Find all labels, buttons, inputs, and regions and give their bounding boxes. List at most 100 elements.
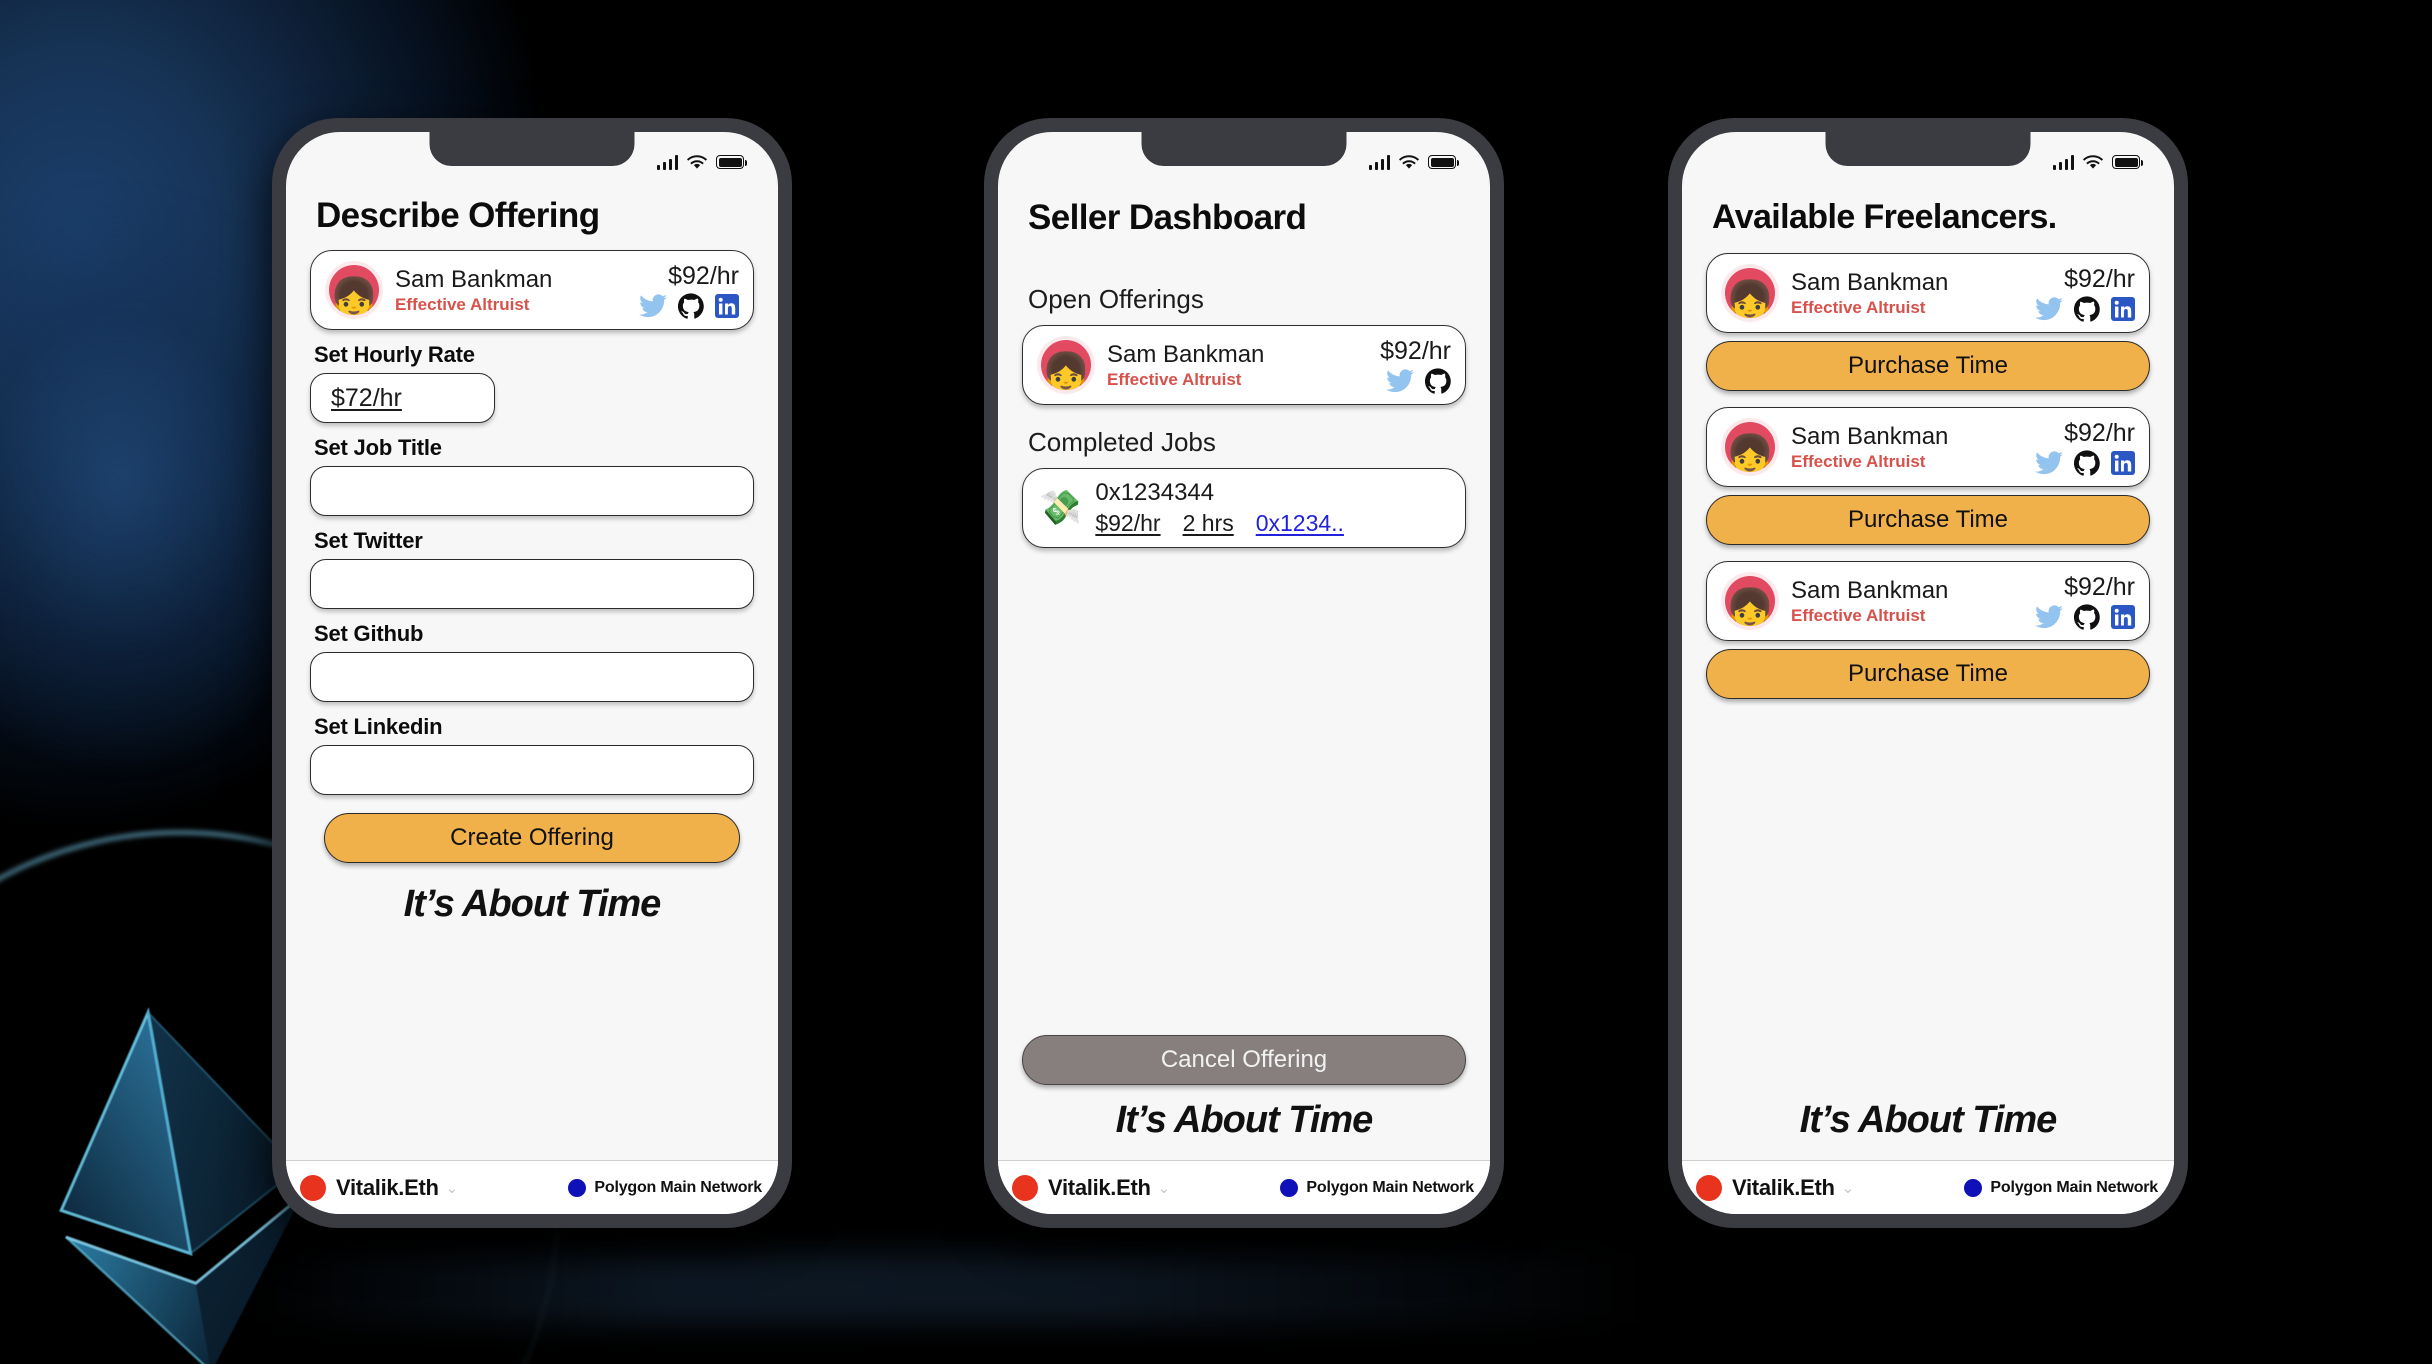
freelancer-item: 👧 Sam Bankman Effective Altruist $92/hr bbox=[1706, 407, 2150, 545]
linkedin-icon[interactable] bbox=[2111, 604, 2135, 629]
cancel-offering-button[interactable]: Cancel Offering bbox=[1022, 1035, 1466, 1085]
github-icon[interactable] bbox=[2074, 449, 2100, 476]
battery-full-icon bbox=[2112, 155, 2143, 169]
avatar: 👧 bbox=[1721, 418, 1779, 476]
freelancer-role: Effective Altruist bbox=[1791, 605, 1926, 625]
twitter-icon[interactable] bbox=[2035, 296, 2063, 321]
tagline: It’s About Time bbox=[1799, 1099, 2058, 1141]
social-links bbox=[2035, 295, 2135, 322]
battery-full-icon bbox=[1428, 155, 1459, 169]
freelancer-rate: $92/hr bbox=[2064, 264, 2135, 293]
freelancer-rate: $92/hr bbox=[2064, 572, 2135, 601]
purchase-time-button[interactable]: Purchase Time bbox=[1706, 495, 2150, 545]
page-title: Describe Offering bbox=[316, 196, 600, 235]
network-status-icon bbox=[568, 1178, 587, 1197]
phone1-content: Describe Offering 👧 Sam Bankman Effectiv… bbox=[286, 182, 778, 1160]
completed-jobs-heading: Completed Jobs bbox=[1028, 427, 1216, 457]
wifi-icon bbox=[687, 154, 707, 170]
network-name: Polygon Main Network bbox=[1990, 1178, 2158, 1196]
account-selector[interactable]: Vitalik.Eth ⌄ bbox=[1696, 1174, 1854, 1201]
profile-card[interactable]: 👧 Sam Bankman Effective Altruist $92/hr bbox=[310, 250, 754, 330]
hourly-rate-input[interactable]: $72/hr bbox=[310, 373, 495, 423]
avatar: 👧 bbox=[1721, 572, 1779, 630]
linkedin-input[interactable] bbox=[310, 745, 754, 795]
freelancer-card[interactable]: 👧 Sam Bankman Effective Altruist $92/hr bbox=[1706, 407, 2150, 487]
page-title: Seller Dashboard bbox=[1028, 198, 1307, 237]
create-offering-button[interactable]: Create Offering bbox=[324, 813, 740, 863]
job-title-input[interactable] bbox=[310, 466, 754, 516]
wifi-icon bbox=[2083, 154, 2103, 170]
twitter-icon[interactable] bbox=[1386, 368, 1414, 393]
phone-notch bbox=[429, 132, 635, 166]
freelancer-item: 👧 Sam Bankman Effective Altruist $92/hr bbox=[1706, 253, 2150, 391]
chevron-down-icon: ⌄ bbox=[1157, 1179, 1171, 1197]
twitter-input[interactable] bbox=[310, 559, 754, 609]
freelancer-rate: $92/hr bbox=[2064, 418, 2135, 447]
freelancer-name: Sam Bankman bbox=[1791, 268, 1949, 296]
network-name: Polygon Main Network bbox=[594, 1178, 762, 1196]
network-selector[interactable]: Polygon Main Network bbox=[568, 1178, 762, 1197]
network-status-icon bbox=[1964, 1178, 1983, 1197]
github-icon[interactable] bbox=[678, 292, 704, 319]
account-selector[interactable]: Vitalik.Eth ⌄ bbox=[300, 1174, 459, 1201]
twitter-label: Set Twitter bbox=[314, 528, 423, 553]
social-links bbox=[639, 292, 739, 319]
linkedin-icon[interactable] bbox=[2111, 450, 2135, 475]
github-icon[interactable] bbox=[1425, 367, 1451, 394]
network-selector[interactable]: Polygon Main Network bbox=[1964, 1178, 2158, 1197]
twitter-icon[interactable] bbox=[2035, 604, 2063, 629]
signal-bars-icon bbox=[2052, 154, 2074, 170]
job-title-label: Set Job Title bbox=[314, 435, 442, 460]
job-hours: 2 hrs bbox=[1182, 510, 1234, 536]
wifi-icon bbox=[1399, 154, 1419, 170]
wallet-footer: Vitalik.Eth ⌄ Polygon Main Network bbox=[286, 1160, 778, 1214]
hourly-rate-value: $72/hr bbox=[331, 383, 402, 412]
account-selector[interactable]: Vitalik.Eth ⌄ bbox=[1012, 1174, 1171, 1201]
phone-mockup-seller-dashboard: Seller Dashboard Open Offerings 👧 Sam Ba… bbox=[984, 118, 1504, 1228]
network-name: Polygon Main Network bbox=[1306, 1178, 1474, 1196]
network-status-icon bbox=[1280, 1178, 1299, 1197]
phone2-screen: Seller Dashboard Open Offerings 👧 Sam Ba… bbox=[998, 132, 1490, 1214]
github-icon[interactable] bbox=[2074, 603, 2100, 630]
linkedin-label: Set Linkedin bbox=[314, 714, 443, 739]
account-avatar-icon bbox=[1696, 1174, 1722, 1201]
background-horizon-streak bbox=[250, 1254, 1650, 1324]
wallet-footer: Vitalik.Eth ⌄ Polygon Main Network bbox=[998, 1160, 1490, 1214]
github-label: Set Github bbox=[314, 621, 424, 646]
open-offering-card[interactable]: 👧 Sam Bankman Effective Altruist $92/hr bbox=[1022, 325, 1466, 405]
freelancer-item: 👧 Sam Bankman Effective Altruist $92/hr bbox=[1706, 561, 2150, 699]
job-id: 0x1234344 bbox=[1095, 479, 1215, 506]
account-name: Vitalik.Eth bbox=[336, 1174, 439, 1200]
account-avatar-icon bbox=[300, 1174, 326, 1201]
github-icon[interactable] bbox=[2074, 295, 2100, 322]
phone-notch bbox=[1141, 132, 1347, 166]
freelancer-name: Sam Bankman bbox=[1791, 422, 1949, 450]
github-input[interactable] bbox=[310, 652, 754, 702]
social-links bbox=[2035, 449, 2135, 476]
account-name: Vitalik.Eth bbox=[1732, 1174, 1835, 1200]
purchase-time-button[interactable]: Purchase Time bbox=[1706, 341, 2150, 391]
social-links bbox=[2035, 603, 2135, 630]
offering-role: Effective Altruist bbox=[1107, 369, 1242, 389]
avatar: 👧 bbox=[1721, 264, 1779, 322]
chevron-down-icon: ⌄ bbox=[445, 1179, 459, 1197]
twitter-icon[interactable] bbox=[2035, 450, 2063, 475]
signal-bars-icon bbox=[656, 154, 678, 170]
job-transaction-link[interactable]: 0x1234.. bbox=[1256, 510, 1344, 537]
freelancer-name: Sam Bankman bbox=[1791, 576, 1949, 604]
completed-job-card[interactable]: 💸 0x1234344 $92/hr 2 hrs 0x1234.. bbox=[1022, 468, 1466, 548]
twitter-icon[interactable] bbox=[639, 293, 667, 318]
phone3-screen: Available Freelancers. 👧 Sam Bankman Eff… bbox=[1682, 132, 2174, 1214]
purchase-time-button[interactable]: Purchase Time bbox=[1706, 649, 2150, 699]
tagline: It’s About Time bbox=[403, 883, 662, 925]
freelancer-card[interactable]: 👧 Sam Bankman Effective Altruist $92/hr bbox=[1706, 561, 2150, 641]
open-offerings-heading: Open Offerings bbox=[1028, 284, 1204, 314]
linkedin-icon[interactable] bbox=[2111, 296, 2135, 321]
freelancer-card[interactable]: 👧 Sam Bankman Effective Altruist $92/hr bbox=[1706, 253, 2150, 333]
network-selector[interactable]: Polygon Main Network bbox=[1280, 1178, 1474, 1197]
linkedin-icon[interactable] bbox=[715, 293, 739, 318]
freelancer-role: Effective Altruist bbox=[1791, 297, 1926, 317]
phone-mockup-available-freelancers: Available Freelancers. 👧 Sam Bankman Eff… bbox=[1668, 118, 2188, 1228]
job-rate: $92/hr bbox=[1095, 510, 1161, 536]
account-avatar-icon bbox=[1012, 1174, 1038, 1201]
